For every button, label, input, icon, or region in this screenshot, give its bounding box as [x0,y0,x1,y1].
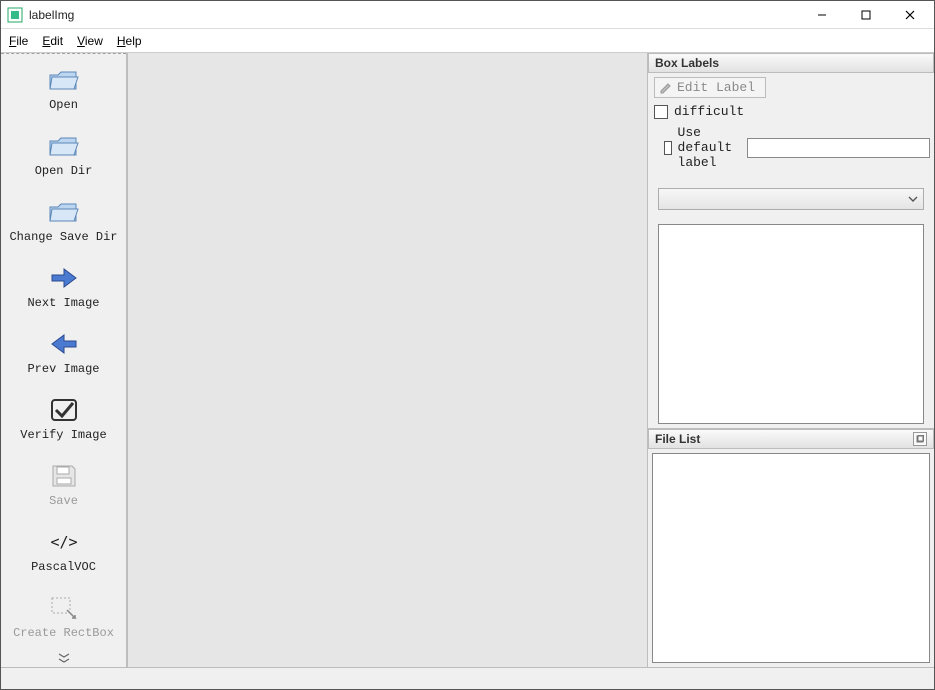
toolbar-overflow-button[interactable] [1,649,126,667]
save-icon [48,460,80,492]
open-button[interactable]: Open [4,60,124,120]
check-icon [48,394,80,426]
use-default-label-checkbox-row[interactable]: Use default label [664,125,739,170]
left-toolbar: Open Open Dir Change Save Dir [1,53,127,667]
titlebar[interactable]: labelImg [1,1,934,29]
default-label-row: Use default label [654,125,928,170]
open-dir-button[interactable]: Open Dir [4,126,124,186]
menu-view[interactable]: View [77,34,103,48]
svg-text:</>: </> [50,533,77,551]
close-button[interactable] [888,2,932,28]
menubar: File Edit View Help [1,29,934,53]
code-icon: </> [48,526,80,558]
toolbar-strip: Open Open Dir Change Save Dir [1,53,126,649]
app-window: labelImg File Edit View Help Open [0,0,935,690]
menu-edit[interactable]: Edit [42,34,63,48]
difficult-checkbox[interactable] [654,105,668,119]
label-combo[interactable] [658,188,924,210]
edit-label-button[interactable]: Edit Label [654,77,766,98]
difficult-label: difficult [674,104,744,119]
rect-icon [48,592,80,624]
create-rectbox-label: Create RectBox [13,626,114,640]
app-icon [7,7,23,23]
body: Open Open Dir Change Save Dir [1,53,934,667]
image-canvas[interactable] [127,53,648,667]
menu-file[interactable]: File [9,34,28,48]
box-labels-title: Box Labels [655,56,719,70]
format-toggle-button[interactable]: </> PascalVOC [4,522,124,582]
pencil-icon [659,81,673,95]
prev-image-button[interactable]: Prev Image [4,324,124,384]
folder-icon [48,196,80,228]
arrow-left-icon [48,328,80,360]
change-save-dir-label: Change Save Dir [9,230,117,244]
arrow-right-icon [48,262,80,294]
statusbar [1,667,934,689]
folder-icon [48,64,80,96]
chevron-down-icon [907,194,919,204]
undock-icon[interactable] [913,432,927,446]
file-listbox[interactable] [652,453,930,663]
file-list-title: File List [655,432,700,446]
create-rectbox-button[interactable]: Create RectBox [4,588,124,648]
save-label: Save [49,494,78,508]
folder-icon [48,130,80,162]
right-panels: Box Labels Edit Label difficult Use def [648,53,934,667]
use-default-label-checkbox[interactable] [664,141,672,155]
menu-help[interactable]: Help [117,34,142,48]
change-save-dir-button[interactable]: Change Save Dir [4,192,124,252]
edit-label-text: Edit Label [677,80,755,95]
next-image-label: Next Image [27,296,99,310]
verify-image-label: Verify Image [20,428,106,442]
open-dir-label: Open Dir [35,164,93,178]
file-list-header[interactable]: File List [648,429,934,449]
box-labels-panel: Edit Label difficult Use default label [648,73,934,429]
format-label: PascalVOC [31,560,96,574]
chevrons-icon [57,652,71,664]
verify-image-button[interactable]: Verify Image [4,390,124,450]
next-image-button[interactable]: Next Image [4,258,124,318]
use-default-label-text: Use default label [678,125,739,170]
box-labels-header[interactable]: Box Labels [648,53,934,73]
difficult-checkbox-row[interactable]: difficult [654,104,928,119]
minimize-button[interactable] [800,2,844,28]
label-listbox[interactable] [658,224,924,424]
prev-image-label: Prev Image [27,362,99,376]
maximize-button[interactable] [844,2,888,28]
save-button[interactable]: Save [4,456,124,516]
open-label: Open [49,98,78,112]
window-title: labelImg [29,8,74,22]
default-label-input[interactable] [747,138,930,158]
